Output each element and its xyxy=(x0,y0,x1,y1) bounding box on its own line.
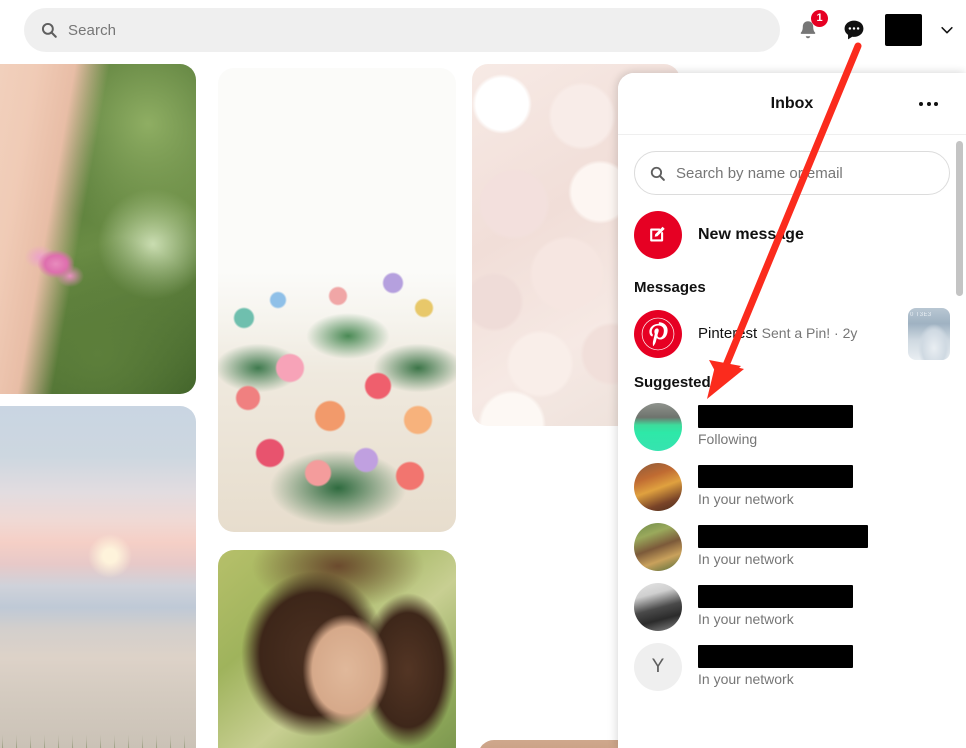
inbox-scroll-content: Search by name or email New message Mess… xyxy=(618,135,966,707)
message-separator: · xyxy=(834,325,839,342)
notifications-button[interactable]: 1 xyxy=(793,10,828,45)
suggested-list-item[interactable]: In your network xyxy=(618,457,966,517)
messages-button[interactable] xyxy=(839,15,869,45)
suggested-avatar xyxy=(634,583,682,631)
inbox-scrollbar-thumb[interactable] xyxy=(956,141,963,296)
inbox-search-row: Search by name or email xyxy=(618,135,966,203)
suggested-text-block: In your network xyxy=(698,464,950,510)
suggested-name-redacted xyxy=(698,644,853,668)
account-menu-button[interactable] xyxy=(938,21,956,39)
inbox-panel-header: Inbox xyxy=(618,73,966,134)
pin-card-beach-sunset[interactable] xyxy=(0,406,196,748)
suggested-relation: In your network xyxy=(698,610,794,627)
ellipsis-icon-dot xyxy=(934,101,938,106)
inbox-more-options-button[interactable] xyxy=(913,96,944,112)
inbox-search-input[interactable]: Search by name or email xyxy=(634,151,950,195)
top-bar: Search 1 xyxy=(0,0,966,60)
inbox-panel: Inbox Search by name or email New messag… xyxy=(618,73,966,748)
message-preview-line: Sent a Pin! · 2y xyxy=(762,325,858,341)
suggested-list-item[interactable]: In your network xyxy=(618,517,966,577)
messages-section-title: Messages xyxy=(634,279,706,296)
suggested-text-block: In your network xyxy=(698,524,950,570)
inbox-panel-body: Search by name or email New message Mess… xyxy=(618,134,966,748)
suggested-avatar xyxy=(634,403,682,451)
suggested-text-block: In your network xyxy=(698,584,950,630)
inbox-scrollbar-track[interactable] xyxy=(956,141,963,743)
pinterest-logo-avatar xyxy=(634,310,682,358)
ellipsis-icon-dot xyxy=(919,101,923,106)
pinterest-icon xyxy=(641,317,675,351)
message-preview-text: Sent a Pin! xyxy=(761,325,831,342)
message-thumbnail[interactable]: 0 T3E3 xyxy=(908,308,950,360)
inbox-search-placeholder: Search by name or email xyxy=(676,164,843,182)
top-bar-actions: 1 xyxy=(793,10,956,46)
suggested-name-redacted xyxy=(698,584,853,608)
ellipsis-icon-dot xyxy=(926,101,931,106)
new-message-label: New message xyxy=(698,226,804,243)
suggested-name-redacted xyxy=(698,524,868,548)
suggested-relation: Following xyxy=(698,430,758,447)
message-text-block: Pinterest Sent a Pin! · 2y xyxy=(698,324,892,344)
search-icon xyxy=(41,22,57,38)
suggested-avatar xyxy=(634,523,682,571)
suggested-section-title: Suggested xyxy=(634,374,711,391)
chevron-down-icon xyxy=(941,26,953,34)
message-timestamp: 2y xyxy=(842,325,858,342)
compose-icon-circle xyxy=(634,211,682,259)
pin-card-portrait[interactable] xyxy=(218,550,456,748)
compose-icon xyxy=(650,226,665,242)
search-input[interactable]: Search xyxy=(24,8,780,52)
suggested-name-redacted xyxy=(698,464,853,488)
inbox-title: Inbox xyxy=(770,94,814,112)
search-placeholder: Search xyxy=(68,21,117,39)
suggested-list-item[interactable]: Y In your network xyxy=(618,637,966,697)
suggested-relation: In your network xyxy=(698,550,794,567)
suggested-avatar xyxy=(634,463,682,511)
suggested-text-block: In your network xyxy=(698,644,950,690)
message-list-item[interactable]: Pinterest Sent a Pin! · 2y 0 T3E3 xyxy=(618,302,966,366)
suggested-avatar-letter: Y xyxy=(634,643,682,691)
notifications-badge: 1 xyxy=(811,10,828,27)
suggested-list-item[interactable]: Following xyxy=(618,397,966,457)
new-message-button[interactable]: New message xyxy=(618,203,966,271)
suggested-text-block: Following xyxy=(698,404,950,450)
pin-card-floral-illustration[interactable] xyxy=(218,68,456,532)
suggested-name-redacted xyxy=(698,404,853,428)
message-sender-name: Pinterest xyxy=(698,325,758,343)
suggested-relation: In your network xyxy=(698,670,794,687)
suggested-relation: In your network xyxy=(698,490,794,507)
avatar[interactable] xyxy=(885,14,922,46)
message-thumbnail-overlay-text: 0 T3E3 xyxy=(910,312,932,318)
speech-bubble-icon xyxy=(844,20,864,40)
suggested-list-item[interactable]: In your network xyxy=(618,577,966,637)
search-icon xyxy=(650,166,665,181)
pin-card-wrist-flower-tattoo[interactable] xyxy=(0,64,196,394)
